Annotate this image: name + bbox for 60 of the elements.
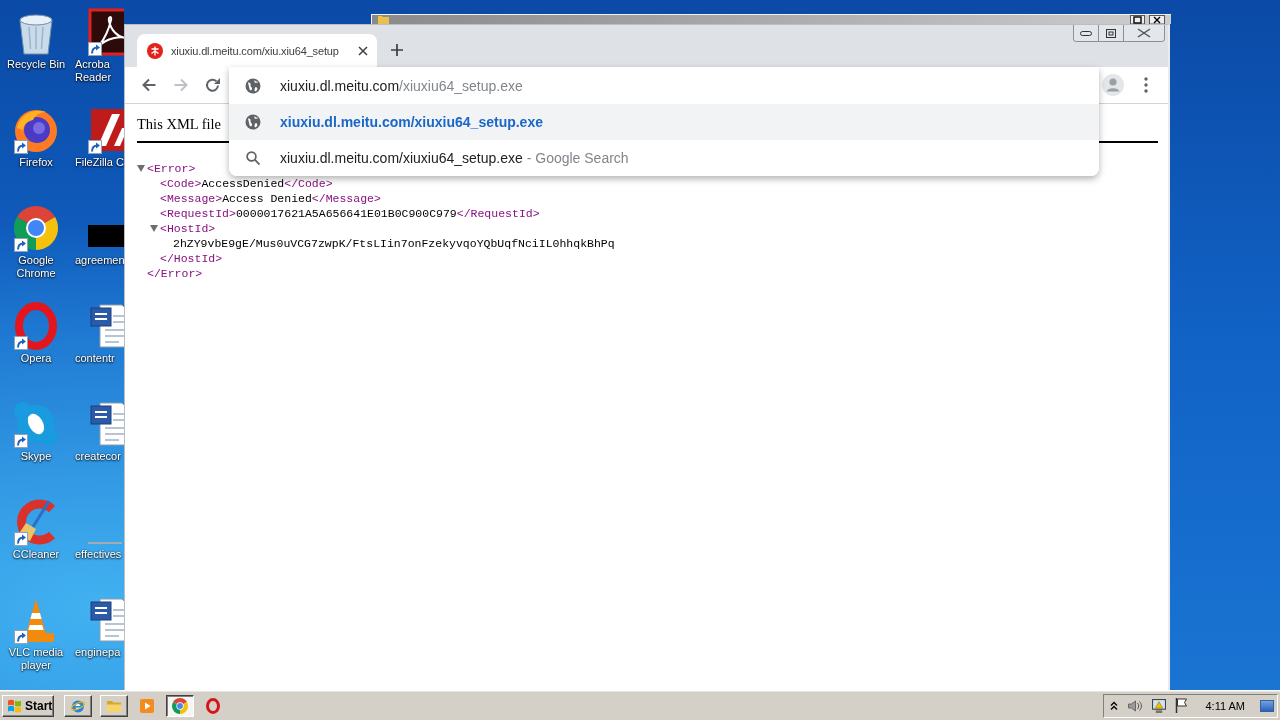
- speaker-icon[interactable]: [1127, 698, 1144, 713]
- search-icon: [246, 151, 260, 165]
- icon-label: Acroba Reader: [75, 58, 112, 84]
- xml-line: </Error>: [147, 267, 203, 280]
- xml-line: <HostId>: [160, 222, 216, 235]
- xml-line: <Error>: [147, 162, 196, 175]
- globe-icon: [245, 114, 261, 130]
- flag-logo-icon: [7, 698, 22, 713]
- suggestion-item[interactable]: xiuxiu.dl.meitu.com/xiuxiu64_setup.exe - Google Search: [229, 140, 1099, 176]
- icon-label: Recycle Bin: [6, 58, 66, 71]
- disclosure-triangle-icon[interactable]: [150, 225, 158, 232]
- icon-label: createcor: [75, 450, 121, 463]
- app-icon: [172, 697, 188, 714]
- icon-label: Google Chrome: [16, 254, 56, 280]
- show-desktop-button[interactable]: [1260, 699, 1274, 712]
- icon-label: agreemen: [75, 254, 125, 267]
- icon-label: effectives: [75, 548, 122, 561]
- icon-label: VLC media player: [8, 646, 64, 672]
- flag-icon[interactable]: [1175, 698, 1189, 713]
- suggestion-item[interactable]: xiuxiu.dl.meitu.com/xiuxiu64_setup.exe: [229, 104, 1099, 140]
- monitor-warning-icon[interactable]: [1152, 698, 1167, 713]
- app-icon[interactable]: [12, 204, 60, 252]
- address-field[interactable]: xiuxiu.dl.meitu.com/xiuxiu64_setup.exe: [229, 67, 1099, 104]
- xml-line: </HostId>: [160, 252, 223, 265]
- close-icon: [1137, 28, 1151, 38]
- chevron-up-icon[interactable]: [1110, 701, 1119, 710]
- icon-label: Firefox: [19, 156, 53, 169]
- browser-tab[interactable]: xiuxiu.dl.meitu.com/xiu.xiu64_setup: [137, 34, 377, 67]
- app-icon[interactable]: [12, 302, 60, 350]
- icon-label: Opera: [20, 352, 52, 365]
- icon-label: FileZilla C: [75, 156, 124, 169]
- icon-label: enginepa: [75, 646, 121, 659]
- start-button[interactable]: Start: [2, 694, 54, 717]
- favicon-icon: [147, 42, 163, 59]
- clock-time[interactable]: 4:11 AM: [1205, 699, 1245, 712]
- restore-icon: [1106, 28, 1116, 38]
- image-thumbnail-icon[interactable]: [88, 225, 124, 247]
- reload-icon[interactable]: [205, 77, 221, 93]
- icon-label: contentr: [75, 352, 115, 365]
- icon-label: CCleaner: [12, 548, 60, 561]
- taskbar-button[interactable]: [166, 694, 194, 717]
- xml-line: 2hZY9vbE9gE/Mus0uVCG7zwpK/FtsLIin7onFzekyvqoYQbUqfNciIL0hhqkBhPq: [173, 237, 615, 250]
- disclosure-triangle-icon[interactable]: [137, 165, 145, 172]
- minimize-button[interactable]: [1074, 25, 1099, 41]
- close-icon[interactable]: [358, 45, 368, 56]
- xml-line: <Code>AccessDenied</Code>: [160, 177, 333, 190]
- close-button[interactable]: [1124, 25, 1164, 41]
- app-icon[interactable]: [88, 106, 124, 154]
- plus-icon[interactable]: [391, 44, 403, 56]
- minimize-icon: [1080, 30, 1092, 36]
- globe-icon: [245, 77, 261, 94]
- xml-line: <Message>Access Denied</Message>: [160, 192, 381, 205]
- more-menu-icon[interactable]: [1144, 77, 1148, 93]
- xml-line: <RequestId>0000017621A5A656641E01B0C900C979</RequestId>: [160, 207, 540, 220]
- icon-label: Skype: [20, 450, 52, 463]
- back-arrow-icon[interactable]: [141, 77, 157, 93]
- restore-button[interactable]: [1099, 25, 1124, 41]
- avatar-icon[interactable]: [1102, 74, 1124, 96]
- xml-notice: This XML file: [137, 115, 222, 133]
- app-icon[interactable]: [88, 8, 124, 56]
